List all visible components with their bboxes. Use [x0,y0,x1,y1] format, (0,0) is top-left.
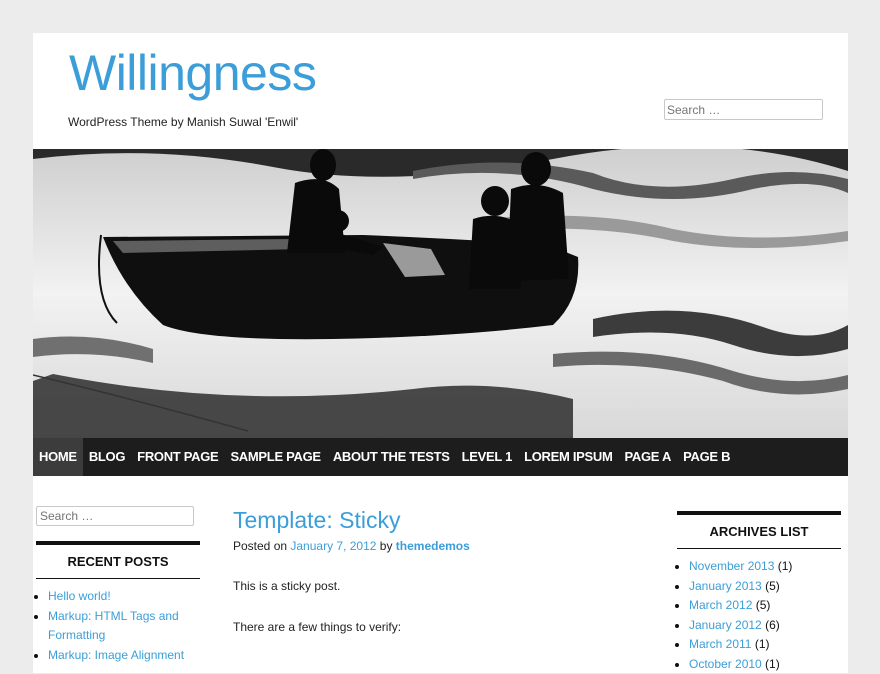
page-container: Willingness WordPress Theme by Manish Su… [33,33,848,673]
list-item: November 2013 (1) [689,557,841,577]
list-item: October 2010 (1) [689,655,841,674]
archive-count: (6) [762,618,780,632]
recent-post-link[interactable]: Hello world! [48,589,111,603]
header-banner-image [33,149,848,438]
list-item: Markup: HTML Tags and Formatting [48,607,200,646]
archive-link[interactable]: October 2010 [689,657,762,671]
nav-item-front-page[interactable]: FRONT PAGE [131,438,224,476]
nav-item-about-the-tests[interactable]: ABOUT THE TESTS [327,438,456,476]
archive-count: (5) [752,598,770,612]
list-item: January 2013 (5) [689,577,841,597]
main-navigation: HOME BLOG FRONT PAGE SAMPLE PAGE ABOUT T… [33,438,848,476]
nav-item-home[interactable]: HOME [33,438,83,476]
nav-item-page-a[interactable]: PAGE A [619,438,678,476]
meta-prefix: Posted on [233,539,290,553]
post-paragraph: This is a sticky post. [233,579,340,593]
header-search-input[interactable] [664,99,823,120]
nav-item-blog[interactable]: BLOG [83,438,131,476]
recent-post-link[interactable]: Markup: Image Alignment [48,648,184,662]
archives-heading: ARCHIVES LIST [677,511,841,549]
right-sidebar: ARCHIVES LIST November 2013 (1) January … [677,511,841,674]
recent-posts-list: Hello world! Markup: HTML Tags and Forma… [36,587,200,665]
post-title[interactable]: Template: Sticky [233,505,633,535]
post-date-link[interactable]: January 7, 2012 [290,539,376,553]
archives-widget: ARCHIVES LIST November 2013 (1) January … [677,511,841,674]
list-item: January 2012 (6) [689,616,841,636]
archive-count: (1) [774,559,792,573]
post-author-link[interactable]: themedemos [396,539,470,553]
recent-posts-widget: RECENT POSTS Hello world! Markup: HTML T… [36,541,200,665]
site-description: WordPress Theme by Manish Suwal 'Enwil' [68,115,298,129]
list-item: Markup: Image Alignment [48,646,200,666]
sidebar-search-input[interactable] [36,506,194,526]
archive-count: (5) [762,579,780,593]
archive-count: (1) [751,637,769,651]
main-content: Template: Sticky Posted on January 7, 20… [233,505,633,553]
nav-item-lorem-ipsum[interactable]: LOREM IPSUM [518,438,618,476]
archive-count: (1) [762,657,780,671]
recent-posts-heading: RECENT POSTS [36,541,200,579]
recent-post-link[interactable]: Markup: HTML Tags and Formatting [48,609,179,643]
list-item: March 2012 (5) [689,596,841,616]
list-item: Hello world! [48,587,200,607]
archives-list: November 2013 (1) January 2013 (5) March… [677,557,841,674]
nav-item-page-b[interactable]: PAGE B [677,438,736,476]
meta-by: by [376,539,395,553]
archive-link[interactable]: November 2013 [689,559,774,573]
nav-item-level-1[interactable]: LEVEL 1 [456,438,518,476]
archive-link[interactable]: January 2012 [689,618,762,632]
archive-link[interactable]: March 2011 [689,637,751,651]
archive-link[interactable]: March 2012 [689,598,752,612]
archive-link[interactable]: January 2013 [689,579,762,593]
site-title[interactable]: Willingness [69,43,316,103]
nav-item-sample-page[interactable]: SAMPLE PAGE [224,438,326,476]
left-sidebar: RECENT POSTS Hello world! Markup: HTML T… [36,506,200,665]
post-paragraph: There are a few things to verify: [233,620,401,634]
post-meta: Posted on January 7, 2012 by themedemos [233,539,633,553]
list-item: March 2011 (1) [689,635,841,655]
